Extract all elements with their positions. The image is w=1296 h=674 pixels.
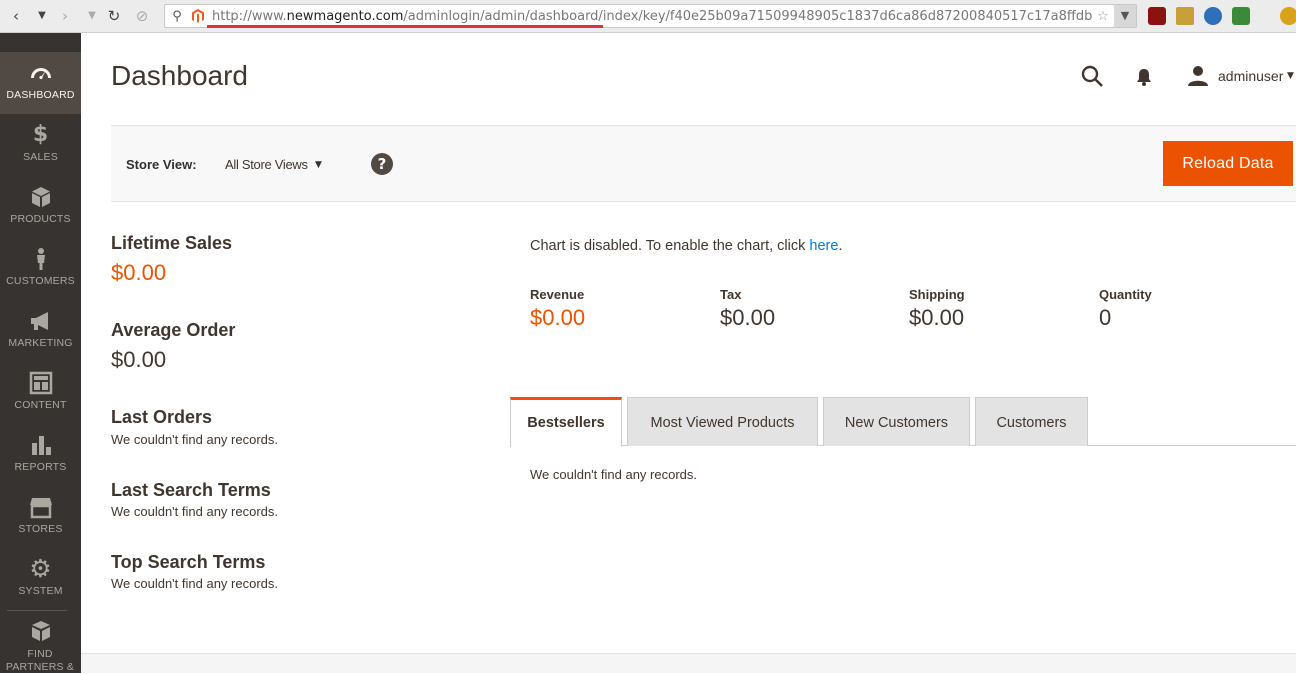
totals-shipping: Shipping $0.00 <box>909 287 965 331</box>
totals-label: Revenue <box>530 287 585 302</box>
forward-dropdown-icon[interactable]: ▼ <box>82 5 102 27</box>
sidebar-item-system[interactable]: ⚙ SYSTEM <box>0 548 81 610</box>
grid-extension-icon[interactable] <box>1232 7 1250 25</box>
store-view-label: Store View: <box>126 157 197 172</box>
sidebar-item-label: CUSTOMERS <box>6 275 75 287</box>
person-icon <box>0 247 81 273</box>
bookmark-star-icon[interactable]: ☆ <box>1095 9 1111 25</box>
totals-value: 0 <box>1099 305 1112 330</box>
reload-icon[interactable]: ↻ <box>104 5 124 27</box>
dashboard-icon <box>0 61 81 87</box>
chevron-down-icon[interactable]: ▼ <box>315 160 322 170</box>
sidebar-item-label: MARKETING <box>8 337 73 349</box>
gear-icon: ⚙ <box>29 554 52 583</box>
globe-extension-icon[interactable] <box>1204 7 1222 25</box>
browser-toolbar: ‹ ▼ › ▼ ↻ ⊘ ⚲ http://www.newmagento.com/… <box>0 0 1296 33</box>
totals-label: Quantity <box>1099 287 1152 302</box>
store-view-bar: Store View: All Store Views ▼ ? Reload D… <box>111 125 1296 202</box>
sidebar-item-dashboard[interactable]: DASHBOARD <box>0 52 81 114</box>
last-search-terms-empty-message: We couldn't find any records. <box>111 504 278 519</box>
sidebar-item-label: DASHBOARD <box>6 89 75 101</box>
sidebar-item-find-partners[interactable]: FIND PARTNERS & <box>0 611 81 673</box>
totals-value: $0.00 <box>530 305 586 330</box>
sidebar-item-stores[interactable]: STORES <box>0 486 81 548</box>
box-icon <box>0 185 81 211</box>
tab-new-customers[interactable]: New Customers <box>823 397 970 446</box>
address-bar[interactable]: ⚲ http://www.newmagento.com/adminlogin/a… <box>164 4 1137 28</box>
totals-quantity: Quantity 0 <box>1099 287 1152 331</box>
page-title: Dashboard <box>111 60 248 91</box>
key-icon: ⚲ <box>172 9 182 24</box>
cubes-icon <box>0 620 81 646</box>
totals-revenue: Revenue $0.00 <box>530 287 585 331</box>
sidebar-item-sales[interactable]: $ SALES <box>0 114 81 176</box>
lifetime-sales-value: $0.00 <box>111 260 167 285</box>
stop-icon[interactable]: ⊘ <box>132 5 152 27</box>
sidebar-item-label: SALES <box>23 151 58 163</box>
url-underline <box>207 25 603 28</box>
totals-label: Tax <box>720 287 742 302</box>
site-favicon-icon <box>190 9 206 25</box>
page-footer <box>81 653 1296 673</box>
last-orders-empty-message: We couldn't find any records. <box>111 432 278 447</box>
totals-value: $0.00 <box>909 305 965 330</box>
tab-empty-message: We couldn't find any records. <box>530 467 697 482</box>
reload-data-button[interactable]: Reload Data <box>1163 141 1293 186</box>
average-order-title: Average Order <box>111 320 236 340</box>
storefront-icon <box>0 495 81 521</box>
sidebar-item-label: REPORTS <box>14 461 67 473</box>
user-name: adminuser <box>1218 68 1284 84</box>
sidebar-item-label: FIND PARTNERS & <box>5 648 75 673</box>
back-icon[interactable]: ‹ <box>6 5 26 27</box>
chevron-down-icon: ▼ <box>1287 71 1294 81</box>
sidebar-item-label: PRODUCTS <box>10 213 71 225</box>
forward-icon[interactable]: › <box>55 5 75 27</box>
tab-customers[interactable]: Customers <box>975 397 1088 446</box>
average-order-value: $0.00 <box>111 347 167 372</box>
help-icon[interactable]: ? <box>371 153 393 175</box>
tab-bestsellers[interactable]: Bestsellers <box>510 397 622 447</box>
top-search-terms-empty-message: We couldn't find any records. <box>111 576 278 591</box>
sidebar-item-label: CONTENT <box>14 399 67 411</box>
url-text: http://www.newmagento.com/adminlogin/adm… <box>212 9 1092 24</box>
sidebar-item-customers[interactable]: CUSTOMERS <box>0 238 81 300</box>
history-dropdown-icon[interactable]: ▼ <box>32 5 52 27</box>
last-orders-title: Last Orders <box>111 407 213 427</box>
chart-disabled-notice: Chart is disabled. To enable the chart, … <box>530 238 843 254</box>
sidebar-item-reports[interactable]: REPORTS <box>0 424 81 486</box>
sidebar-item-label: SYSTEM <box>18 585 63 597</box>
face-extension-icon[interactable] <box>1280 7 1296 25</box>
layout-icon <box>0 371 81 397</box>
enable-chart-link[interactable]: here <box>809 238 838 254</box>
sidebar-item-label: STORES <box>18 523 63 535</box>
top-search-terms-title: Top Search Terms <box>111 552 266 572</box>
sidebar-item-content[interactable]: CONTENT <box>0 362 81 424</box>
sidebar-item-marketing[interactable]: MARKETING <box>0 300 81 362</box>
tab-most-viewed-products[interactable]: Most Viewed Products <box>627 397 818 446</box>
sidebar-item-products[interactable]: PRODUCTS <box>0 176 81 238</box>
extension-icon[interactable] <box>1176 7 1194 25</box>
notifications-bell-icon[interactable] <box>1134 67 1160 93</box>
user-avatar-icon <box>1186 64 1210 92</box>
totals-label: Shipping <box>909 287 965 302</box>
ublock-extension-icon[interactable] <box>1148 7 1166 25</box>
url-history-dropdown-icon[interactable]: ▼ <box>1114 5 1136 27</box>
search-icon[interactable] <box>1080 64 1106 90</box>
dollar-icon: $ <box>32 122 49 147</box>
admin-sidebar: DASHBOARD $ SALES PRODUCTS CUSTOMERS MAR… <box>0 33 81 673</box>
megaphone-icon <box>0 309 81 335</box>
last-search-terms-title: Last Search Terms <box>111 480 271 500</box>
store-view-select[interactable]: All Store Views <box>225 157 308 172</box>
lifetime-sales-title: Lifetime Sales <box>111 233 233 253</box>
totals-tax: Tax $0.00 <box>720 287 775 331</box>
bar-chart-icon <box>0 433 81 459</box>
totals-value: $0.00 <box>720 305 776 330</box>
